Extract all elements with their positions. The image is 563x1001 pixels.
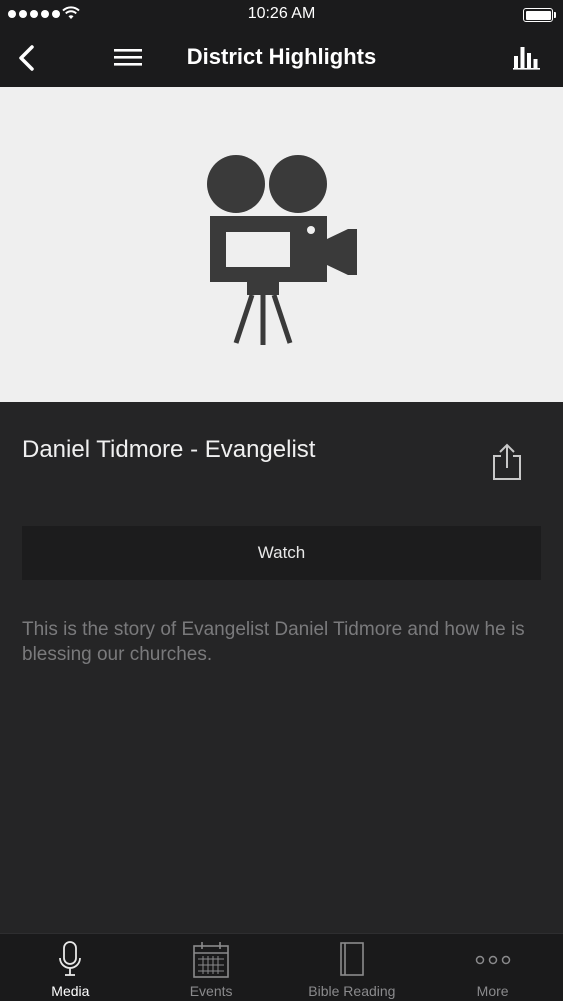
tab-bible-reading[interactable]: Bible Reading: [282, 934, 423, 1001]
video-description: This is the story of Evangelist Daniel T…: [22, 619, 525, 665]
tab-events[interactable]: Events: [141, 934, 282, 1001]
tab-more[interactable]: More: [422, 934, 563, 1001]
navigation-bar: District Highlights: [0, 30, 563, 87]
tab-media-label: Media: [51, 983, 90, 999]
tab-more-label: More: [476, 983, 509, 999]
battery-icon: [523, 8, 556, 22]
share-icon[interactable]: [490, 442, 524, 482]
page-title: District Highlights: [186, 44, 377, 69]
tab-events-label: Events: [189, 983, 233, 999]
book-icon: [340, 942, 364, 976]
watch-button[interactable]: Watch: [22, 526, 541, 580]
status-bar: 10:26 AM: [0, 0, 563, 30]
calendar-icon: [193, 942, 229, 978]
tab-bible-reading-label: Bible Reading: [308, 983, 396, 999]
tab-media[interactable]: Media: [0, 934, 141, 1001]
video-camera-icon: [207, 155, 357, 345]
more-dots-icon: [475, 955, 510, 965]
video-title: Daniel Tidmore - Evangelist: [22, 436, 316, 463]
microphone-icon: [59, 941, 82, 976]
status-time: 10:26 AM: [247, 5, 316, 22]
tab-bar: Media Events Bible Reading More: [0, 933, 563, 1001]
bar-chart-icon[interactable]: [513, 44, 541, 70]
media-artwork: [0, 87, 563, 402]
